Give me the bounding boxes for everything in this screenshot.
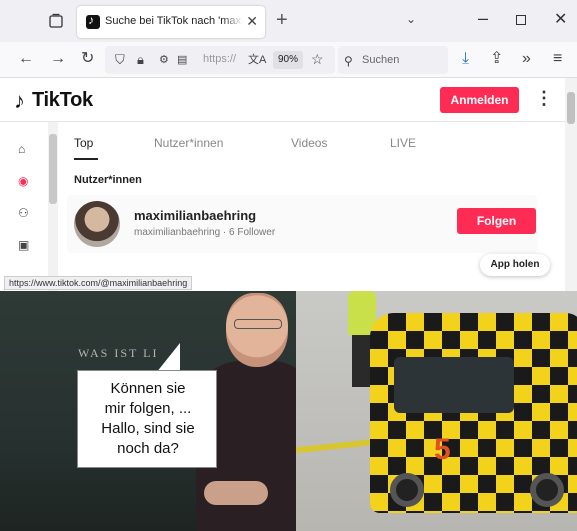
speech-bubble: Können sie mir folgen, ... Hallo, sind s… (77, 370, 217, 468)
tiktok-logo-text[interactable]: TikTok (32, 89, 93, 112)
menu-hamburger-icon[interactable]: ≡ (553, 50, 562, 68)
live-icon[interactable]: ▣ (18, 238, 29, 252)
search-bar[interactable]: ⚲ Suchen (338, 46, 448, 74)
meme-photo-airport-van: 5 (296, 291, 577, 531)
download-icon[interactable]: ⤓ (462, 50, 469, 68)
url-text[interactable]: https:// (203, 53, 236, 65)
browser-tab-bar: Suche bei TikTok nach 'maximili ✕ + ⌄ – … (0, 0, 577, 42)
share-icon[interactable]: ⇪ (490, 50, 503, 68)
tab-close-icon[interactable]: ✕ (246, 13, 258, 30)
bubble-line: Hallo, sind sie (101, 420, 195, 437)
shield-icon[interactable]: ⛉ (115, 51, 125, 69)
bookmark-star-icon[interactable]: ☆ (311, 50, 324, 68)
van-number: 5 (434, 433, 451, 466)
login-button[interactable]: Anmelden (440, 87, 519, 113)
van-wheel (530, 473, 564, 507)
tiktok-page: ♪ TikTok Anmelden ⋮ ⌂ ◉ ⚇ ▣ Top Nutzer*i… (0, 78, 577, 291)
screenshot: Suche bei TikTok nach 'maximili ✕ + ⌄ – … (0, 0, 577, 531)
glasses-icon (234, 319, 282, 329)
tiktok-header: ♪ TikTok Anmelden ⋮ (0, 78, 577, 122)
tab-users[interactable]: Nutzer*innen (154, 136, 223, 150)
status-bar-url: https://www.tiktok.com/@maximilianbaehri… (4, 276, 193, 290)
search-placeholder: Suchen (362, 54, 400, 66)
bubble-line: Können sie (110, 380, 186, 397)
page-scrollbar-thumb[interactable] (567, 92, 575, 124)
permissions-icon[interactable]: ⚙ (159, 51, 169, 69)
van-window (394, 357, 514, 413)
user-result-card[interactable]: maximilianbaehring maximilianbaehring · … (67, 195, 537, 253)
speech-bubble-tail (156, 343, 180, 373)
checkered-follow-me-van: 5 (370, 313, 577, 513)
window-maximize-icon[interactable] (516, 15, 526, 25)
man-hands (204, 481, 268, 505)
follow-button[interactable]: Folgen (457, 208, 536, 234)
window-minimize-icon[interactable]: – (478, 8, 488, 29)
tab-title: Suche bei TikTok nach 'maximili (105, 15, 243, 27)
tab-videos[interactable]: Videos (291, 136, 327, 150)
side-scrollbar-thumb[interactable] (49, 134, 57, 204)
home-icon[interactable]: ⌂ (18, 142, 25, 156)
follower-count: 6 Follower (229, 227, 276, 238)
window-close-icon[interactable]: ✕ (554, 9, 567, 29)
tab-overflow-chevron-icon[interactable]: ⌄ (406, 12, 416, 26)
tab-live[interactable]: LIVE (390, 136, 416, 150)
zoom-level-badge[interactable]: 90% (273, 51, 303, 69)
side-nav: ⌂ ◉ ⚇ ▣ (0, 122, 48, 291)
tab-top[interactable]: Top (74, 136, 93, 150)
translate-icon[interactable]: 文A (248, 51, 266, 69)
get-app-button[interactable]: App holen (480, 254, 550, 276)
following-icon[interactable]: ⚇ (18, 206, 29, 220)
more-vertical-icon[interactable]: ⋮ (535, 88, 553, 109)
browser-nav-bar: ← → ↻ ⛉ 🔒︎ ⚙ ▤ https:// 文A 90% ☆ ⚲ Suche… (0, 42, 577, 78)
side-scrollbar[interactable] (48, 122, 58, 291)
forward-arrow-icon[interactable]: → (50, 50, 66, 68)
worker-legs (352, 335, 372, 387)
new-tab-icon[interactable]: + (276, 9, 288, 32)
lock-icon[interactable]: 🔒︎ (137, 51, 144, 69)
speech-bubble-text: Können sie mir folgen, ... Hallo, sind s… (78, 379, 218, 459)
user-handle: maximilianbaehring (134, 227, 221, 238)
tab-list-icon[interactable] (48, 13, 64, 29)
reload-icon[interactable]: ↻ (81, 50, 94, 68)
meme-photo-teacher: WAS IST LI Können sie mir folgen, ... Ha… (0, 291, 296, 531)
url-bar[interactable]: ⛉ 🔒︎ ⚙ ▤ https:// 文A 90% ☆ (105, 46, 335, 74)
chalkboard-text: WAS IST LI (78, 346, 159, 360)
reader-icon[interactable]: ▤ (177, 51, 187, 69)
man-head (226, 293, 288, 367)
search-icon: ⚲ (344, 54, 353, 68)
back-arrow-icon[interactable]: ← (18, 50, 34, 68)
avatar[interactable] (74, 201, 120, 247)
van-wheel (390, 473, 424, 507)
section-title: Nutzer*innen (74, 174, 142, 186)
tiktok-favicon-icon (86, 13, 100, 29)
overflow-chevrons-icon[interactable]: » (522, 50, 531, 68)
bubble-line: mir folgen, ... (104, 400, 192, 417)
search-tabs: Top Nutzer*innen Videos LIVE (74, 136, 544, 160)
tiktok-logo-icon[interactable]: ♪ (14, 88, 25, 114)
user-meta: maximilianbaehring · 6 Follower (134, 227, 276, 238)
bubble-line: noch da? (117, 440, 179, 457)
browser-tab-active[interactable]: Suche bei TikTok nach 'maximili ✕ (77, 6, 265, 38)
active-tab-underline (74, 158, 98, 160)
page-scrollbar[interactable] (565, 78, 577, 291)
username[interactable]: maximilianbaehring (134, 208, 256, 223)
explore-icon[interactable]: ◉ (18, 174, 28, 188)
